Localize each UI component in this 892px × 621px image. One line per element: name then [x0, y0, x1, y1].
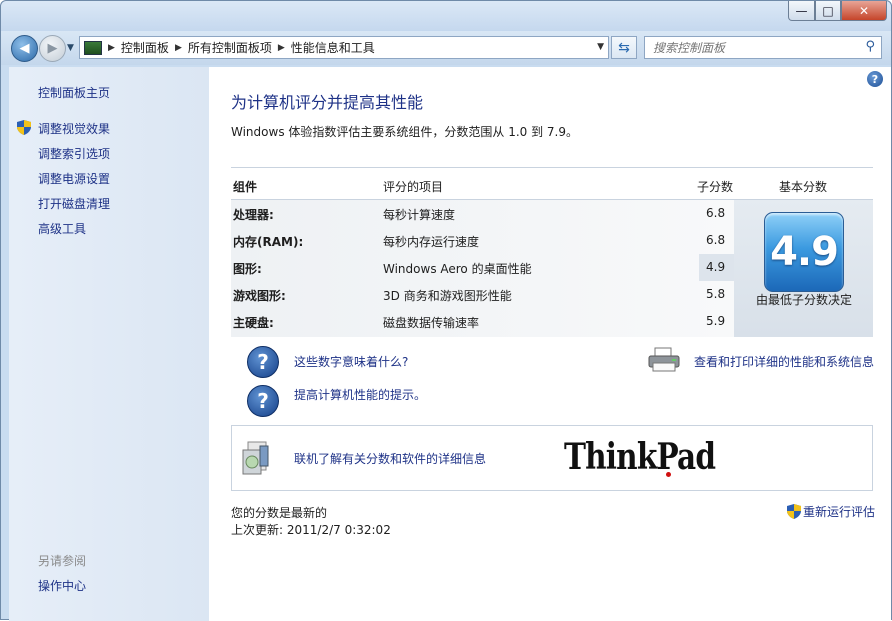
row-item: 3D 商务和游戏图形性能	[383, 289, 512, 303]
minimize-button[interactable]: —	[788, 1, 815, 21]
performance-tips-link[interactable]: 提高计算机性能的提示。	[294, 386, 426, 403]
title-bar: — □ ✕	[1, 1, 891, 31]
forward-arrow-icon: ▶	[47, 41, 58, 56]
software-package-icon	[242, 441, 269, 475]
refresh-icon: ⇆	[618, 39, 630, 56]
page-title: 为计算机评分并提高其性能	[231, 93, 424, 112]
search-input[interactable]	[651, 39, 855, 56]
base-score-value: 4.9	[770, 229, 839, 275]
printer-icon	[648, 347, 680, 372]
what-numbers-mean-link[interactable]: 这些数字意味着什么?	[294, 353, 408, 370]
header-component: 组件	[233, 180, 258, 194]
page-description: Windows 体验指数评估主要系统组件，分数范围从 1.0 到 7.9。	[231, 125, 578, 139]
search-icon[interactable]: ⚲	[865, 39, 875, 54]
breadcrumb-control-panel[interactable]: 控制面板	[121, 39, 169, 56]
breadcrumb-separator-icon[interactable]: ▶	[175, 43, 182, 53]
sidebar-item-power[interactable]: 调整电源设置	[38, 170, 110, 187]
rerun-assessment-link[interactable]: 重新运行评估	[803, 503, 875, 520]
row-item: 每秒内存运行速度	[383, 235, 480, 249]
sidebar-item-indexing[interactable]: 调整索引选项	[38, 145, 110, 162]
row-component: 内存(RAM):	[233, 235, 304, 249]
window: — □ ✕ ◀ ▶ ▼ ▶ 控制面板 ▶ 所有控制面板项 ▶ 性能信息和工具 ▼…	[0, 0, 892, 621]
thinkpad-logo: ThinkPad	[564, 436, 716, 478]
back-button[interactable]: ◀	[11, 35, 38, 62]
table-row: 处理器: 每秒计算速度 6.8	[231, 200, 734, 227]
score-rows: 处理器: 每秒计算速度 6.8 内存(RAM): 每秒内存运行速度 6.8 图形…	[231, 200, 734, 337]
sidebar-item-action-center[interactable]: 操作中心	[38, 577, 86, 594]
sidebar: 控制面板主页 调整视觉效果 调整索引选项 调整电源设置 打开磁盘清理 高级工具 …	[9, 67, 209, 621]
table-header: 组件 评分的项目 子分数 基本分数	[231, 167, 873, 200]
address-dropdown-icon[interactable]: ▼	[597, 42, 604, 52]
back-arrow-icon: ◀	[19, 41, 30, 56]
view-print-details-link[interactable]: 查看和打印详细的性能和系统信息	[694, 353, 874, 370]
sidebar-item-visual-effects[interactable]: 调整视觉效果	[38, 120, 110, 137]
question-icon: ?	[247, 346, 279, 378]
recent-pages-dropdown-icon[interactable]: ▼	[67, 43, 74, 53]
breadcrumb-all-items[interactable]: 所有控制面板项	[188, 39, 272, 56]
base-score-panel: 4.9 由最低子分数决定	[734, 200, 873, 337]
row-item: 每秒计算速度	[383, 208, 456, 222]
row-component: 图形:	[233, 262, 262, 276]
main-content: ? 为计算机评分并提高其性能 Windows 体验指数评估主要系统组件，分数范围…	[209, 67, 891, 621]
table-row: 图形: Windows Aero 的桌面性能 4.9	[231, 254, 734, 281]
table-row: 内存(RAM): 每秒内存运行速度 6.8	[231, 227, 734, 254]
maximize-button[interactable]: □	[815, 1, 841, 21]
row-score: 5.9	[706, 314, 726, 328]
header-subscore: 子分数	[697, 180, 734, 194]
table-row: 主硬盘: 磁盘数据传输速率 5.9	[231, 308, 734, 335]
row-component: 游戏图形:	[233, 289, 286, 303]
row-component: 主硬盘:	[233, 316, 274, 330]
base-score-badge: 4.9	[764, 212, 844, 292]
row-item: 磁盘数据传输速率	[383, 316, 480, 330]
online-info-panel: 联机了解有关分数和软件的详细信息 ThinkPad	[231, 425, 873, 491]
sidebar-home-link[interactable]: 控制面板主页	[38, 84, 110, 101]
control-panel-icon	[84, 40, 102, 55]
rerun-assessment[interactable]: 重新运行评估	[787, 503, 875, 520]
row-score: 6.8	[706, 233, 726, 247]
question-icon: ?	[247, 385, 279, 417]
sidebar-item-advanced-tools[interactable]: 高级工具	[38, 220, 86, 237]
breadcrumb-separator-icon[interactable]: ▶	[278, 43, 285, 53]
base-score-note: 由最低子分数决定	[755, 293, 852, 307]
table-row: 游戏图形: 3D 商务和游戏图形性能 5.8	[231, 281, 734, 308]
forward-button[interactable]: ▶	[39, 35, 66, 62]
score-table: 组件 评分的项目 子分数 基本分数 处理器: 每秒计算速度 6.8 内存(RAM…	[231, 167, 873, 337]
navigation-toolbar: ◀ ▶ ▼ ▶ 控制面板 ▶ 所有控制面板项 ▶ 性能信息和工具 ▼ ⇆ ⚲	[1, 31, 891, 65]
uac-shield-icon	[787, 504, 801, 519]
thinkpad-logo-dot	[666, 472, 671, 477]
address-bar[interactable]: ▶ 控制面板 ▶ 所有控制面板项 ▶ 性能信息和工具 ▼	[79, 36, 609, 59]
see-also-heading: 另请参阅	[38, 554, 87, 568]
search-box: ⚲	[644, 36, 882, 59]
header-base-score: 基本分数	[779, 180, 828, 194]
uac-shield-icon	[17, 120, 31, 135]
caption-buttons: — □ ✕	[788, 1, 887, 21]
breadcrumb-separator-icon[interactable]: ▶	[108, 43, 115, 53]
online-details-link[interactable]: 联机了解有关分数和软件的详细信息	[294, 450, 486, 467]
row-item: Windows Aero 的桌面性能	[383, 262, 532, 276]
row-score: 4.9	[706, 260, 726, 274]
header-rated-item: 评分的项目	[383, 180, 444, 194]
help-icon[interactable]: ?	[867, 71, 883, 87]
breadcrumb-performance[interactable]: 性能信息和工具	[291, 39, 375, 56]
sidebar-item-disk-cleanup[interactable]: 打开磁盘清理	[38, 195, 110, 212]
row-score: 5.8	[706, 287, 726, 301]
refresh-button[interactable]: ⇆	[611, 36, 637, 59]
last-update: 上次更新: 2011/2/7 0:32:02	[231, 523, 391, 537]
row-score: 6.8	[706, 206, 726, 220]
row-component: 处理器:	[233, 208, 274, 222]
score-status: 您的分数是最新的	[231, 506, 328, 520]
close-button[interactable]: ✕	[841, 1, 887, 21]
